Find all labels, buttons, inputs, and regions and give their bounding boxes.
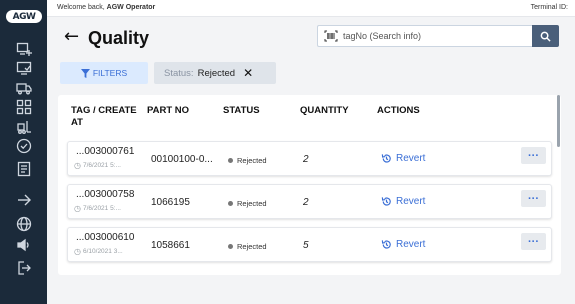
column-header-part-no[interactable]: PART NO <box>147 105 189 117</box>
logout-icon <box>18 261 31 275</box>
arrow-right-icon <box>18 194 31 206</box>
row-created: ◷ 6/10/2021 3... <box>74 247 123 256</box>
grid-dots-icon <box>16 99 32 115</box>
table-row[interactable]: ...003000758 ◷ 7/6/2021 5:... 1066195 Rej… <box>67 184 552 219</box>
row-part-no: 1058661 <box>151 240 190 251</box>
top-bar: Welcome back, AGW Operator Terminal ID: <box>47 0 575 17</box>
table-scrollbar[interactable] <box>557 95 560 147</box>
truck-icon <box>16 83 32 95</box>
screen-check-icon <box>16 61 32 75</box>
row-quantity: 5 <box>303 240 309 251</box>
chip-key: Status: <box>164 67 194 79</box>
sidebar-item-8[interactable] <box>14 214 34 234</box>
row-status: Rejected <box>228 199 267 208</box>
column-header-status[interactable]: STATUS <box>223 105 260 117</box>
row-tag: ...003000610 <box>76 232 135 243</box>
column-header-tag[interactable]: TAG / CREATE AT <box>71 105 145 129</box>
clock-icon: ◷ <box>74 204 81 213</box>
filters-button[interactable]: FILTERS <box>60 62 148 84</box>
status-dot-icon <box>228 244 233 249</box>
terminal-id: Terminal ID: <box>530 4 568 11</box>
row-quantity: 2 <box>303 197 309 208</box>
chip-value: Rejected <box>197 67 236 79</box>
more-options-button[interactable]: ··· <box>521 147 546 164</box>
row-status: Rejected <box>228 156 267 165</box>
sidebar-item-10[interactable] <box>14 258 34 278</box>
sidebar-item-6[interactable] <box>14 159 34 179</box>
revert-button[interactable]: Revert <box>381 196 425 207</box>
revert-label: Revert <box>396 153 426 164</box>
row-created: ◷ 7/6/2021 5:... <box>74 161 121 170</box>
screen-plus-icon <box>16 42 32 56</box>
revert-icon <box>381 197 391 206</box>
revert-button[interactable]: Revert <box>381 239 425 250</box>
sidebar-item-7[interactable] <box>14 190 34 210</box>
revert-button[interactable]: Revert <box>381 153 425 164</box>
search-box <box>317 25 532 47</box>
user-name: AGW Operator <box>106 4 156 11</box>
app-window: AGW Welcome back, AGW Operator Terminal … <box>0 0 575 304</box>
welcome-prefix: Welcome back, <box>57 4 107 11</box>
page-title: Quality <box>88 28 150 48</box>
status-filter-chip: Status: Rejected ✕ <box>154 62 276 84</box>
logo[interactable]: AGW <box>4 8 44 25</box>
barcode-scan-icon[interactable] <box>323 29 339 43</box>
sidebar-item-0[interactable] <box>14 39 34 59</box>
forklift-icon <box>17 121 31 134</box>
row-status: Rejected <box>228 242 267 251</box>
document-list-icon <box>17 161 31 177</box>
clock-icon: ◷ <box>74 247 81 256</box>
more-options-button[interactable]: ··· <box>521 233 546 250</box>
sidebar-item-5[interactable] <box>14 136 34 156</box>
search-input[interactable] <box>343 31 503 41</box>
filters-label: FILTERS <box>92 68 128 78</box>
revert-icon <box>381 240 391 249</box>
volume-icon <box>17 238 29 252</box>
revert-label: Revert <box>396 239 426 250</box>
sidebar-item-4[interactable] <box>14 117 34 137</box>
row-quantity: 2 <box>303 154 309 165</box>
sidebar-item-3[interactable] <box>14 97 34 117</box>
row-created-text: 6/10/2021 3... <box>82 248 123 255</box>
sidebar-item-2[interactable] <box>14 78 34 98</box>
row-created-text: 7/6/2021 5:... <box>82 162 121 169</box>
search-button[interactable] <box>532 25 559 47</box>
column-header-quantity[interactable]: QUANTITY <box>300 105 349 117</box>
row-tag: ...003000758 <box>76 189 135 200</box>
table-row[interactable]: ...003000610 ◷ 6/10/2021 3... 1058661 Rej… <box>67 227 552 262</box>
search-icon <box>540 31 551 42</box>
sidebar-item-1[interactable] <box>14 58 34 78</box>
sidebar-item-9[interactable] <box>14 235 34 255</box>
row-tag: ...003000761 <box>76 146 135 157</box>
globe-icon <box>16 216 32 232</box>
table-row[interactable]: ...003000761 ◷ 7/6/2021 5:... 00100100-0.… <box>67 141 552 176</box>
row-status-text: Rejected <box>237 242 267 251</box>
revert-icon <box>381 154 391 163</box>
welcome-message: Welcome back, AGW Operator <box>57 4 155 11</box>
row-created-text: 7/6/2021 5:... <box>82 205 121 212</box>
sidebar: AGW <box>0 0 47 304</box>
revert-label: Revert <box>396 196 426 207</box>
filter-icon <box>80 68 90 78</box>
chip-close-icon[interactable]: ✕ <box>243 66 253 80</box>
status-dot-icon <box>228 201 233 206</box>
clock-icon: ◷ <box>74 161 81 170</box>
column-header-actions: ACTIONS <box>377 105 420 116</box>
more-options-button[interactable]: ··· <box>521 190 546 207</box>
back-arrow-icon[interactable]: ← <box>64 27 79 47</box>
row-part-no: 1066195 <box>151 197 190 208</box>
row-status-text: Rejected <box>237 199 267 208</box>
row-created: ◷ 7/6/2021 5:... <box>74 204 121 213</box>
row-status-text: Rejected <box>237 156 267 165</box>
row-part-no: 00100100-0... <box>151 154 213 165</box>
check-circle-icon <box>16 138 32 154</box>
status-dot-icon <box>228 158 233 163</box>
